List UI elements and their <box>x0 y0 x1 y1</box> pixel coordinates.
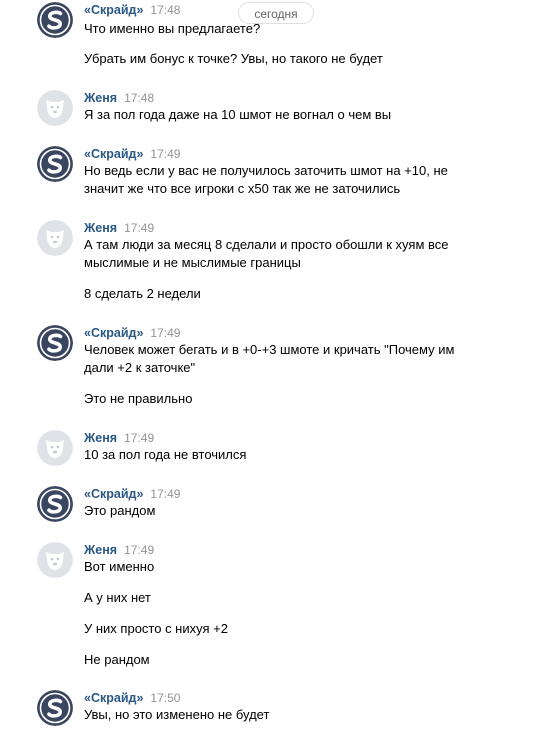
day-separator: сегодня <box>238 2 314 24</box>
message-header: Женя 17:49 <box>84 220 154 236</box>
skraid-s-logo-icon <box>37 146 73 182</box>
message-time[interactable]: 17:49 <box>150 147 180 161</box>
message-text: Человек может бегать и в +0-+3 шмоте и к… <box>84 342 455 357</box>
message-header: Женя 17:49 <box>84 430 154 446</box>
message-text: Это не правильно <box>84 391 193 406</box>
message: «Скрайд» 17:49 Это рандом <box>0 486 553 526</box>
author-name[interactable]: Женя <box>84 91 117 105</box>
avatar-skraid[interactable] <box>37 486 73 522</box>
message-header: Женя 17:48 <box>84 90 154 106</box>
author-name[interactable]: «Скрайд» <box>84 326 143 340</box>
avatar-zhenya[interactable] <box>37 220 73 256</box>
avatar-skraid[interactable] <box>37 2 73 38</box>
message-time[interactable]: 17:49 <box>150 487 180 501</box>
avatar-zhenya[interactable] <box>37 542 73 578</box>
message: «Скрайд» 17:49 Человек может бегать и в +… <box>0 325 553 411</box>
message: «Скрайд» 17:50 Увы, но это изменено не бу… <box>0 690 553 730</box>
message-time[interactable]: 17:50 <box>150 691 180 705</box>
message-time[interactable]: 17:49 <box>150 326 180 340</box>
message: Женя 17:48 Я за пол года даже на 10 шмот … <box>0 90 553 130</box>
avatar-skraid[interactable] <box>37 690 73 726</box>
author-name[interactable]: «Скрайд» <box>84 147 143 161</box>
message-header: Женя 17:49 <box>84 542 154 558</box>
message-text: Увы, но это изменено не будет <box>84 707 270 722</box>
message-text: Не рандом <box>84 652 150 667</box>
avatar-skraid[interactable] <box>37 325 73 361</box>
default-dog-avatar-icon <box>37 430 73 466</box>
skraid-s-logo-icon <box>37 486 73 522</box>
message-text: дали +2 к заточке" <box>84 360 196 375</box>
message-header: «Скрайд» 17:48 <box>84 2 180 18</box>
avatar-skraid[interactable] <box>37 146 73 182</box>
author-name[interactable]: Женя <box>84 543 117 557</box>
message-time[interactable]: 17:48 <box>124 91 154 105</box>
message-text: Но ведь если у вас не получилось заточит… <box>84 163 448 178</box>
message-text: Это рандом <box>84 503 156 518</box>
message-text: Вот именно <box>84 559 155 574</box>
author-name[interactable]: Женя <box>84 221 117 235</box>
author-name[interactable]: «Скрайд» <box>84 487 143 501</box>
message-time[interactable]: 17:48 <box>150 3 180 17</box>
message-header: «Скрайд» 17:49 <box>84 325 180 341</box>
message-text: значит же что все игроки с х50 так же не… <box>84 181 401 196</box>
avatar-zhenya[interactable] <box>37 430 73 466</box>
message-text: 10 за пол года не вточился <box>84 447 247 462</box>
message: Женя 17:49 10 за пол года не вточился <box>0 430 553 470</box>
author-name[interactable]: Женя <box>84 431 117 445</box>
author-name[interactable]: «Скрайд» <box>84 3 143 17</box>
message-text: У них просто с нихуя +2 <box>84 621 228 636</box>
message-header: «Скрайд» 17:50 <box>84 690 180 706</box>
message-time[interactable]: 17:49 <box>124 543 154 557</box>
message-text: Я за пол года даже на 10 шмот не вогнал … <box>84 107 392 122</box>
message-text: 8 сделать 2 недели <box>84 286 201 301</box>
message: Женя 17:49 А там люди за месяц 8 сделали … <box>0 220 553 306</box>
skraid-s-logo-icon <box>37 2 73 38</box>
message-text: А у них нет <box>84 590 151 605</box>
author-name[interactable]: «Скрайд» <box>84 691 143 705</box>
message-text: Убрать им бонус к точке? Увы, но такого … <box>84 51 383 66</box>
message-time[interactable]: 17:49 <box>124 221 154 235</box>
message-header: «Скрайд» 17:49 <box>84 146 180 162</box>
message-feed: «Скрайд» 17:48 Что именно вы предлагаете?… <box>0 0 553 736</box>
default-dog-avatar-icon <box>37 90 73 126</box>
message-time[interactable]: 17:49 <box>124 431 154 445</box>
message-header: «Скрайд» 17:49 <box>84 486 180 502</box>
message-text: Что именно вы предлагаете? <box>84 21 261 36</box>
avatar-zhenya[interactable] <box>37 90 73 126</box>
skraid-s-logo-icon <box>37 690 73 726</box>
skraid-s-logo-icon <box>37 325 73 361</box>
default-dog-avatar-icon <box>37 542 73 578</box>
message-text: мыслимые и не мыслимые границы <box>84 255 301 270</box>
message: Женя 17:49 Вот именно А у них нет У них п… <box>0 542 553 676</box>
message: «Скрайд» 17:49 Но ведь если у вас не полу… <box>0 146 553 202</box>
default-dog-avatar-icon <box>37 220 73 256</box>
message-text: А там люди за месяц 8 сделали и просто о… <box>84 237 449 252</box>
